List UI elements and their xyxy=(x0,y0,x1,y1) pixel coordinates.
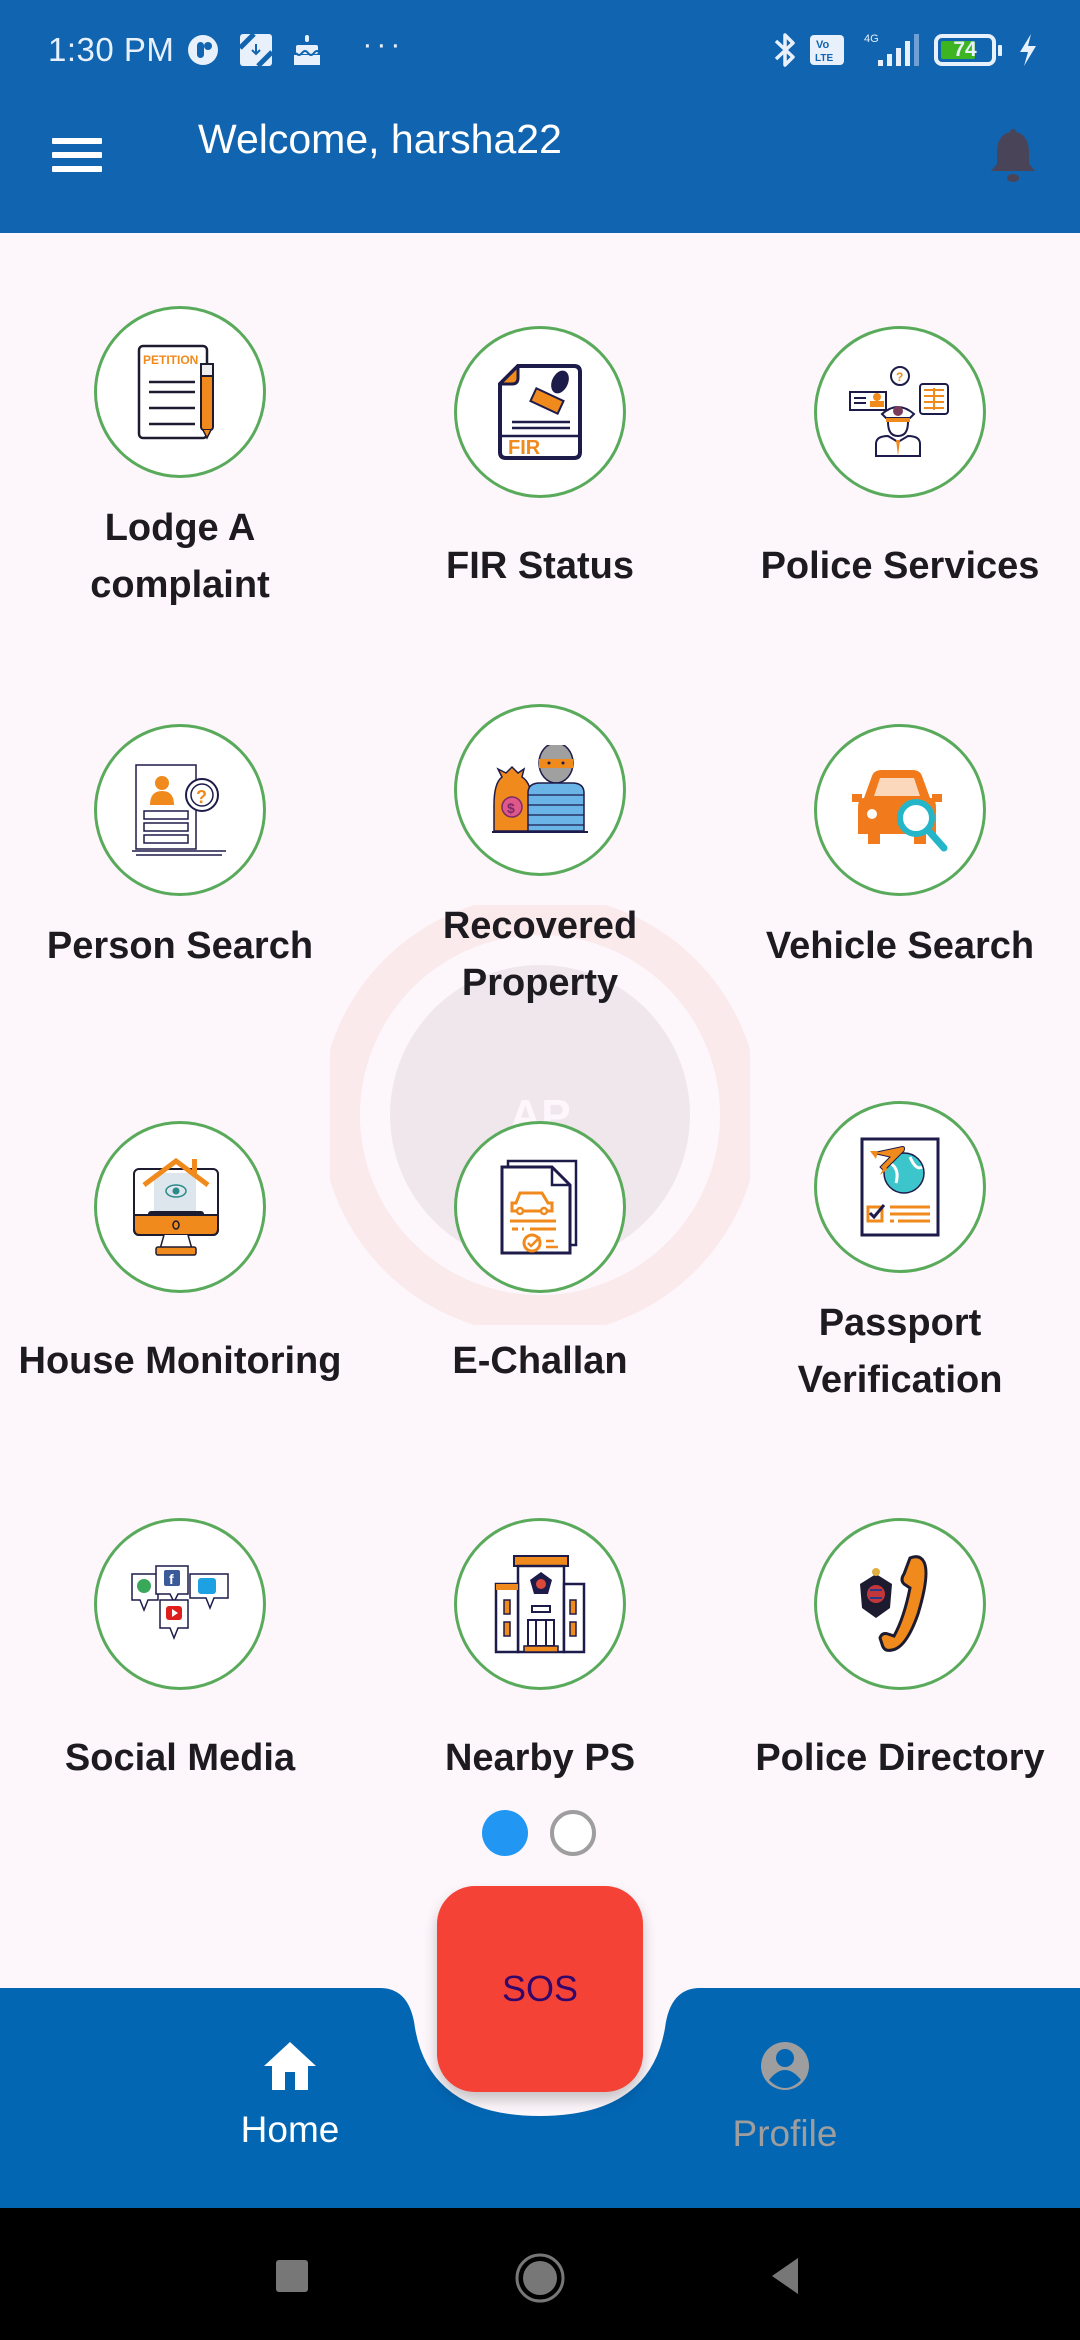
signal-4g-icon: 4G xyxy=(864,33,919,66)
car-search-icon[interactable] xyxy=(814,724,986,896)
recents-button[interactable] xyxy=(276,2260,308,2292)
app-bar: 1:30 PM ··· Vo LTE 4G 74 Welcome, harsha2… xyxy=(0,0,1080,233)
service-label-line-1: Passport xyxy=(818,1302,982,1344)
police-station-icon[interactable] xyxy=(454,1518,626,1690)
svg-text:?: ? xyxy=(896,370,903,384)
service-label-line-1: Nearby PS xyxy=(444,1737,636,1779)
download-icon xyxy=(238,32,275,68)
service-label[interactable]: Police Services xyxy=(720,538,1080,595)
fir-stamp-icon[interactable]: FIR xyxy=(454,326,626,498)
nav-home[interactable]: Home xyxy=(180,2040,400,2151)
petition-icon[interactable]: PETITION xyxy=(94,306,266,478)
service-label[interactable]: FIR Status xyxy=(360,538,720,595)
system-navigation-bar xyxy=(0,2208,1080,2340)
svg-text:f: f xyxy=(169,1571,174,1587)
svg-text:4G: 4G xyxy=(864,33,879,45)
hamburger-menu-icon[interactable] xyxy=(52,138,102,178)
police-phone-icon[interactable] xyxy=(814,1518,986,1690)
service-label-line-1: Recovered xyxy=(442,905,638,947)
service-label-line-1: Lodge A xyxy=(104,507,256,549)
service-label-line-1: Vehicle Search xyxy=(765,925,1035,967)
service-label[interactable]: Police Directory xyxy=(720,1730,1080,1787)
service-label[interactable]: Vehicle Search xyxy=(720,918,1080,975)
echallan-document-icon[interactable] xyxy=(454,1121,626,1293)
person-search-icon[interactable]: ? xyxy=(94,724,266,896)
service-label-line-1: E-Challan xyxy=(452,1340,628,1382)
nav-home-label: Home xyxy=(240,2109,340,2150)
service-label-line-1: Social Media xyxy=(64,1737,296,1779)
nav-profile[interactable]: Profile xyxy=(675,2040,895,2155)
service-label[interactable]: Social Media xyxy=(0,1730,360,1787)
service-label-line-1: Police Services xyxy=(760,545,1040,587)
service-label-line-1: Person Search xyxy=(46,925,314,967)
service-label-line-1: Police Directory xyxy=(755,1737,1045,1779)
service-label[interactable]: Recovered Property xyxy=(360,898,720,1012)
service-label-line-2: Verification xyxy=(797,1359,1003,1401)
home-system-button[interactable] xyxy=(514,2252,566,2304)
service-label-line-2: Property xyxy=(461,962,619,1004)
status-bar: 1:30 PM ··· Vo LTE 4G 74 xyxy=(48,22,1040,78)
battery-percent: 74 xyxy=(953,38,977,61)
service-label-line-1: House Monitoring xyxy=(18,1340,342,1382)
welcome-title: Welcome, harsha22 xyxy=(198,116,562,162)
house-monitor-icon[interactable] xyxy=(94,1121,266,1293)
police-officer-icon[interactable]: ? xyxy=(814,326,986,498)
back-button[interactable] xyxy=(768,2256,802,2296)
svg-text:LTE: LTE xyxy=(815,53,833,64)
service-label[interactable]: Passport Verification xyxy=(720,1295,1080,1409)
service-label[interactable]: House Monitoring xyxy=(0,1333,360,1390)
page-dot-2[interactable] xyxy=(550,1810,596,1856)
svg-text:Vo: Vo xyxy=(816,39,830,51)
service-label[interactable]: Person Search xyxy=(0,918,360,975)
service-label-line-1: FIR Status xyxy=(446,545,634,587)
svg-text:FIR: FIR xyxy=(508,437,541,459)
service-label[interactable]: Lodge A complaint xyxy=(0,500,360,614)
more-notifications: ··· xyxy=(362,28,405,61)
passport-plane-icon[interactable] xyxy=(814,1101,986,1273)
bell-icon[interactable] xyxy=(988,126,1038,186)
social-media-icon[interactable]: f xyxy=(94,1518,266,1690)
page-dot-1[interactable] xyxy=(482,1810,528,1856)
svg-text:?: ? xyxy=(196,787,207,807)
pocket-casts-icon xyxy=(188,35,219,65)
status-time: 1:30 PM xyxy=(48,31,175,68)
svg-text:$: $ xyxy=(507,800,515,816)
page-indicator xyxy=(482,1810,596,1856)
profile-icon xyxy=(761,2042,809,2090)
thief-money-bag-icon[interactable]: $ xyxy=(454,704,626,876)
charging-icon xyxy=(1020,34,1036,66)
service-label[interactable]: Nearby PS xyxy=(360,1730,720,1787)
home-icon xyxy=(264,2042,316,2090)
service-label[interactable]: E-Challan xyxy=(360,1333,720,1390)
birthday-cake-icon xyxy=(294,35,322,65)
service-label-line-2: complaint xyxy=(90,564,270,606)
battery-indicator: 74 xyxy=(934,34,1002,66)
volte-icon: Vo LTE xyxy=(810,35,844,65)
bluetooth-icon xyxy=(774,33,795,67)
svg-text:PETITION: PETITION xyxy=(143,353,198,367)
nav-profile-label: Profile xyxy=(732,2113,838,2154)
sos-button[interactable]: SOS xyxy=(437,1886,643,2092)
